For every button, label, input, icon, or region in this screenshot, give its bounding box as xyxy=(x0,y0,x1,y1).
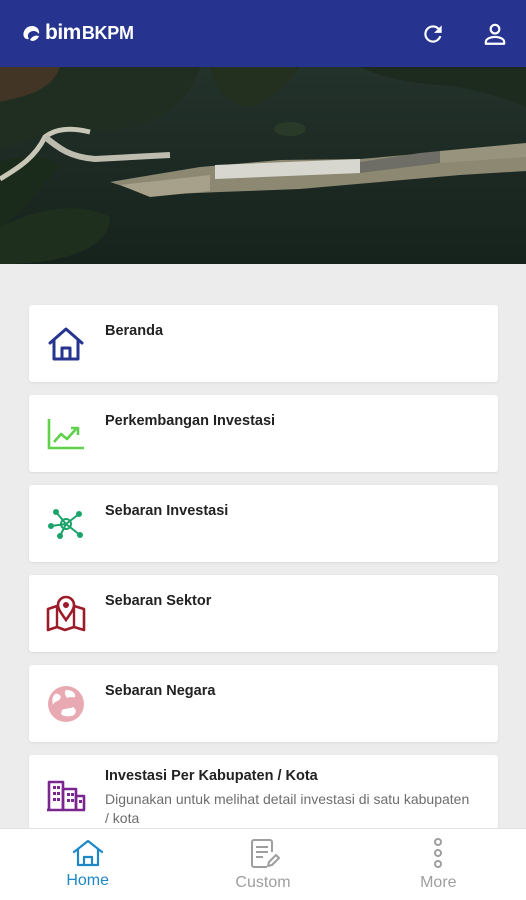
map-pin-icon xyxy=(45,595,87,633)
refresh-icon xyxy=(424,25,442,43)
network-nodes-icon xyxy=(45,505,87,543)
banner-image xyxy=(0,67,526,264)
city-buildings-icon xyxy=(45,775,87,813)
home-icon xyxy=(45,325,87,363)
logo-mark-icon xyxy=(23,26,40,41)
menu-item-sebaran-negara[interactable]: Sebaran Negara xyxy=(29,665,498,742)
document-edit-icon xyxy=(250,839,280,868)
bottom-navigation: Home Custom More xyxy=(0,828,526,900)
menu-item-investasi-per-kabupaten-kota[interactable]: Investasi Per Kabupaten / Kota Digunakan… xyxy=(29,755,498,832)
menu-item-title: Sebaran Sektor xyxy=(105,593,212,609)
nav-custom[interactable]: Custom xyxy=(175,829,350,900)
nav-home[interactable]: Home xyxy=(0,829,175,900)
nav-more-label: More xyxy=(420,874,457,891)
logo-text-bkpm: BKPM xyxy=(81,22,134,43)
banner-carousel[interactable] xyxy=(0,67,526,264)
refresh-button[interactable] xyxy=(416,17,450,51)
app-bar: bim BKPM xyxy=(0,0,526,67)
more-vertical-icon xyxy=(434,838,443,868)
menu-item-perkembangan-investasi[interactable]: Perkembangan Investasi xyxy=(29,395,498,472)
home-outline-icon xyxy=(72,839,103,867)
menu-item-sebaran-investasi[interactable]: Sebaran Investasi xyxy=(29,485,498,562)
globe-icon xyxy=(45,685,87,723)
menu-item-title: Investasi Per Kabupaten / Kota xyxy=(105,768,318,784)
menu-item-description: Digunakan untuk melihat detail investasi… xyxy=(105,791,470,826)
menu-item-sebaran-sektor[interactable]: Sebaran Sektor xyxy=(29,575,498,652)
menu-item-title: Sebaran Investasi xyxy=(105,503,229,519)
nav-custom-label: Custom xyxy=(235,874,291,891)
logo-text-bim: bim xyxy=(45,21,81,44)
nav-more[interactable]: More xyxy=(351,829,526,900)
account-icon xyxy=(484,23,506,45)
trending-chart-icon xyxy=(45,415,87,453)
menu-item-title: Beranda xyxy=(105,323,164,339)
account-button[interactable] xyxy=(478,17,512,51)
menu-item-title: Perkembangan Investasi xyxy=(105,413,276,429)
nav-home-label: Home xyxy=(66,872,109,889)
menu-item-title: Sebaran Negara xyxy=(105,683,216,699)
menu-item-beranda[interactable]: Beranda xyxy=(29,305,498,382)
bim-bkpm-logo: bim BKPM xyxy=(20,19,134,47)
